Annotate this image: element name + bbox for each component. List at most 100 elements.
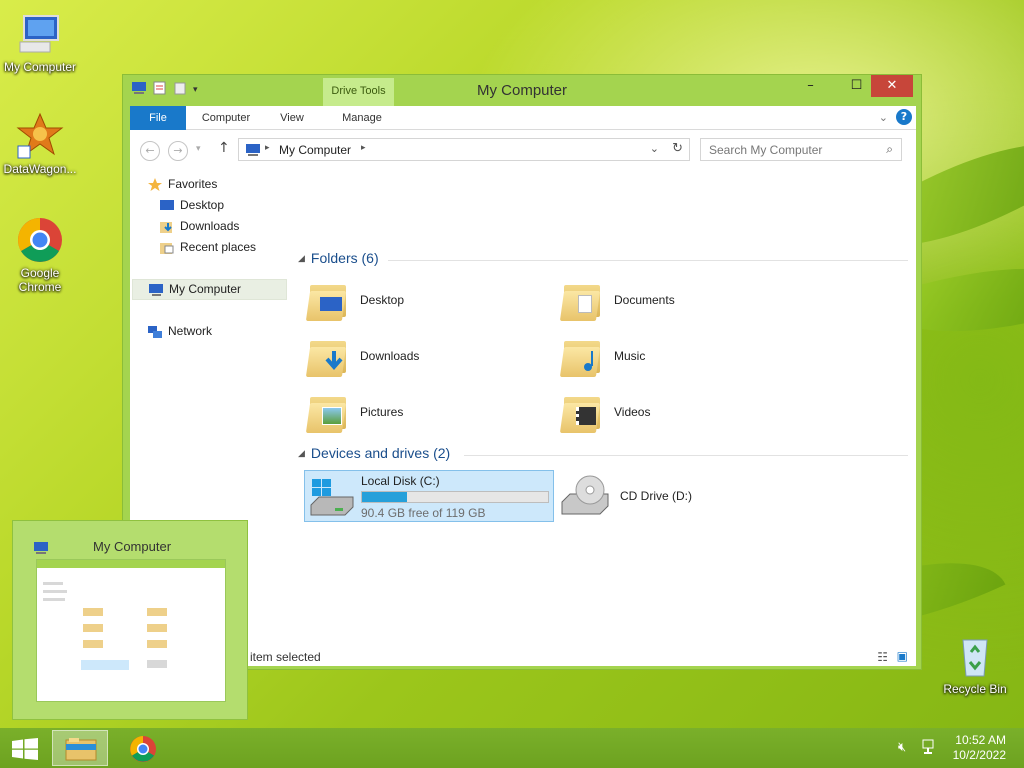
thumbnail-image	[36, 559, 226, 702]
section-title: Folders (6)	[310, 250, 379, 266]
videos-folder-icon	[559, 391, 604, 433]
downloads-folder-icon	[305, 335, 350, 377]
devices-section-header[interactable]: ◢ Devices and drives (2)	[298, 445, 450, 461]
status-text: 1 item selected	[240, 650, 321, 664]
computer-icon	[33, 541, 49, 558]
desktop-icon-google-chrome[interactable]: Google Chrome	[0, 216, 80, 294]
recent-locations-icon[interactable]: ▾	[196, 144, 201, 154]
drive-name: CD Drive (D:)	[620, 489, 692, 503]
downloads-icon	[160, 220, 174, 234]
ribbon-tabs: File Computer View Manage ⌄ ?	[130, 106, 916, 130]
tab-computer[interactable]: Computer	[196, 106, 256, 130]
folder-tile-music[interactable]: Music	[559, 330, 802, 382]
start-button[interactable]	[0, 730, 56, 766]
nav-item-recent-places[interactable]: Recent places	[160, 237, 256, 258]
drive-name: Local Disk (C:)	[361, 474, 440, 488]
file-explorer-icon	[65, 738, 97, 761]
section-divider	[464, 455, 908, 456]
nav-item-label: Network	[168, 324, 213, 338]
nav-item-label: Favorites	[168, 177, 218, 191]
search-icon[interactable]: ⌕	[886, 142, 893, 157]
recycle-bin-icon	[951, 632, 999, 680]
address-dropdown-icon[interactable]: ⌄	[650, 142, 659, 155]
section-title: Devices and drives (2)	[310, 445, 451, 461]
computer-icon	[245, 143, 261, 160]
network-icon	[148, 325, 162, 339]
folder-tile-documents[interactable]: Documents	[559, 274, 802, 326]
nav-item-desktop[interactable]: Desktop	[160, 195, 224, 216]
computer-icon	[16, 10, 64, 58]
address-bar[interactable]: ▸ My Computer ▸ ⌄ ↻	[238, 138, 690, 161]
nav-item-label: Recent places	[180, 240, 257, 254]
nav-item-label: Downloads	[180, 219, 240, 233]
drive-tile-cd-drive-d[interactable]: CD Drive (D:)	[560, 470, 800, 522]
refresh-icon[interactable]: ↻	[672, 141, 683, 156]
tab-manage[interactable]: Manage	[330, 106, 394, 130]
disk-usage-fill	[362, 492, 407, 502]
forward-button[interactable]: →	[168, 141, 188, 161]
search-placeholder: Search My Computer	[709, 143, 823, 157]
cd-drive-icon	[560, 474, 610, 518]
search-input[interactable]: Search My Computer ⌕	[700, 138, 902, 161]
folder-tile-videos[interactable]: Videos	[559, 386, 802, 438]
help-icon[interactable]: ?	[896, 109, 912, 125]
details-view-icon[interactable]: ☷	[877, 650, 888, 664]
volume-muted-icon[interactable]: 🔇︎	[898, 740, 906, 755]
address-row: ← → ▾ ↑ ▸ My Computer ▸ ⌄ ↻ Search My Co…	[130, 130, 916, 170]
desktop-icon-label: My Computer	[3, 60, 77, 74]
back-button[interactable]: ←	[140, 141, 160, 161]
title-bar[interactable]: ▾ Drive Tools My Computer – ☐ ✕	[123, 75, 921, 106]
thumbnail-title: My Computer	[93, 539, 172, 554]
desktop-icon-datawagon[interactable]: DataWagon...	[0, 112, 80, 176]
nav-favorites[interactable]: Favorites	[148, 174, 217, 195]
folder-label: Videos	[614, 405, 651, 419]
nav-item-network[interactable]: Network	[148, 321, 212, 342]
collapse-icon[interactable]: ◢	[298, 448, 305, 459]
documents-folder-icon	[559, 279, 604, 321]
collapse-icon[interactable]: ◢	[298, 253, 305, 264]
recent-places-icon	[160, 241, 174, 255]
ribbon-right-controls: ⌄ ?	[879, 109, 912, 125]
tab-file[interactable]: File	[130, 106, 186, 130]
folder-label: Documents	[614, 293, 675, 307]
nav-item-label: Desktop	[180, 198, 225, 212]
star-icon	[148, 177, 162, 192]
desktop-icon-my-computer[interactable]: My Computer	[0, 10, 80, 74]
desktop-icon-recycle-bin[interactable]: Recycle Bin	[935, 632, 1015, 696]
folder-tile-downloads[interactable]: Downloads	[305, 330, 548, 382]
datawagon-icon	[16, 112, 64, 160]
hard-disk-icon	[309, 477, 355, 520]
folder-label: Pictures	[360, 405, 404, 419]
chrome-icon	[16, 216, 64, 264]
taskbar-file-explorer[interactable]	[52, 730, 108, 766]
desktop-folder-icon	[305, 279, 350, 321]
nav-item-downloads[interactable]: Downloads	[160, 216, 239, 237]
taskbar-google-chrome[interactable]	[115, 730, 171, 766]
drive-tile-local-disk-c[interactable]: Local Disk (C:) 90.4 GB free of 119 GB	[304, 470, 554, 522]
clock-time: 10:52 AM	[955, 733, 1006, 747]
tab-view[interactable]: View	[270, 106, 314, 130]
minimize-button[interactable]: –	[788, 75, 833, 97]
desktop-icon-label: Recycle Bin	[943, 682, 1007, 696]
expand-ribbon-icon[interactable]: ⌄	[879, 111, 888, 124]
music-folder-icon	[559, 335, 604, 377]
folder-label: Desktop	[360, 293, 405, 307]
system-clock[interactable]: 10:52 AM 10/2/2022	[953, 733, 1006, 763]
folder-tile-pictures[interactable]: Pictures	[305, 386, 548, 438]
close-button[interactable]: ✕	[871, 75, 913, 97]
chrome-icon	[130, 736, 156, 762]
up-button[interactable]: ↑	[218, 140, 230, 156]
taskbar: 🔇︎ 10:52 AM 10/2/2022	[0, 728, 1024, 768]
folder-tile-desktop[interactable]: Desktop	[305, 274, 548, 326]
pictures-folder-icon	[305, 391, 350, 433]
nav-item-label: My Computer	[169, 282, 242, 296]
network-tray-icon[interactable]	[922, 739, 938, 758]
breadcrumb-separator-icon[interactable]: ▸	[361, 143, 366, 153]
breadcrumb-my-computer[interactable]: My Computer	[279, 143, 351, 157]
folders-section-header[interactable]: ◢ Folders (6)	[298, 250, 379, 266]
breadcrumb-separator-icon[interactable]: ▸	[265, 143, 270, 153]
nav-item-my-computer[interactable]: My Computer	[132, 279, 287, 300]
computer-icon	[149, 283, 163, 297]
taskbar-thumbnail-preview[interactable]: My Computer	[12, 520, 248, 720]
large-icons-view-icon[interactable]: ▣	[897, 649, 908, 663]
